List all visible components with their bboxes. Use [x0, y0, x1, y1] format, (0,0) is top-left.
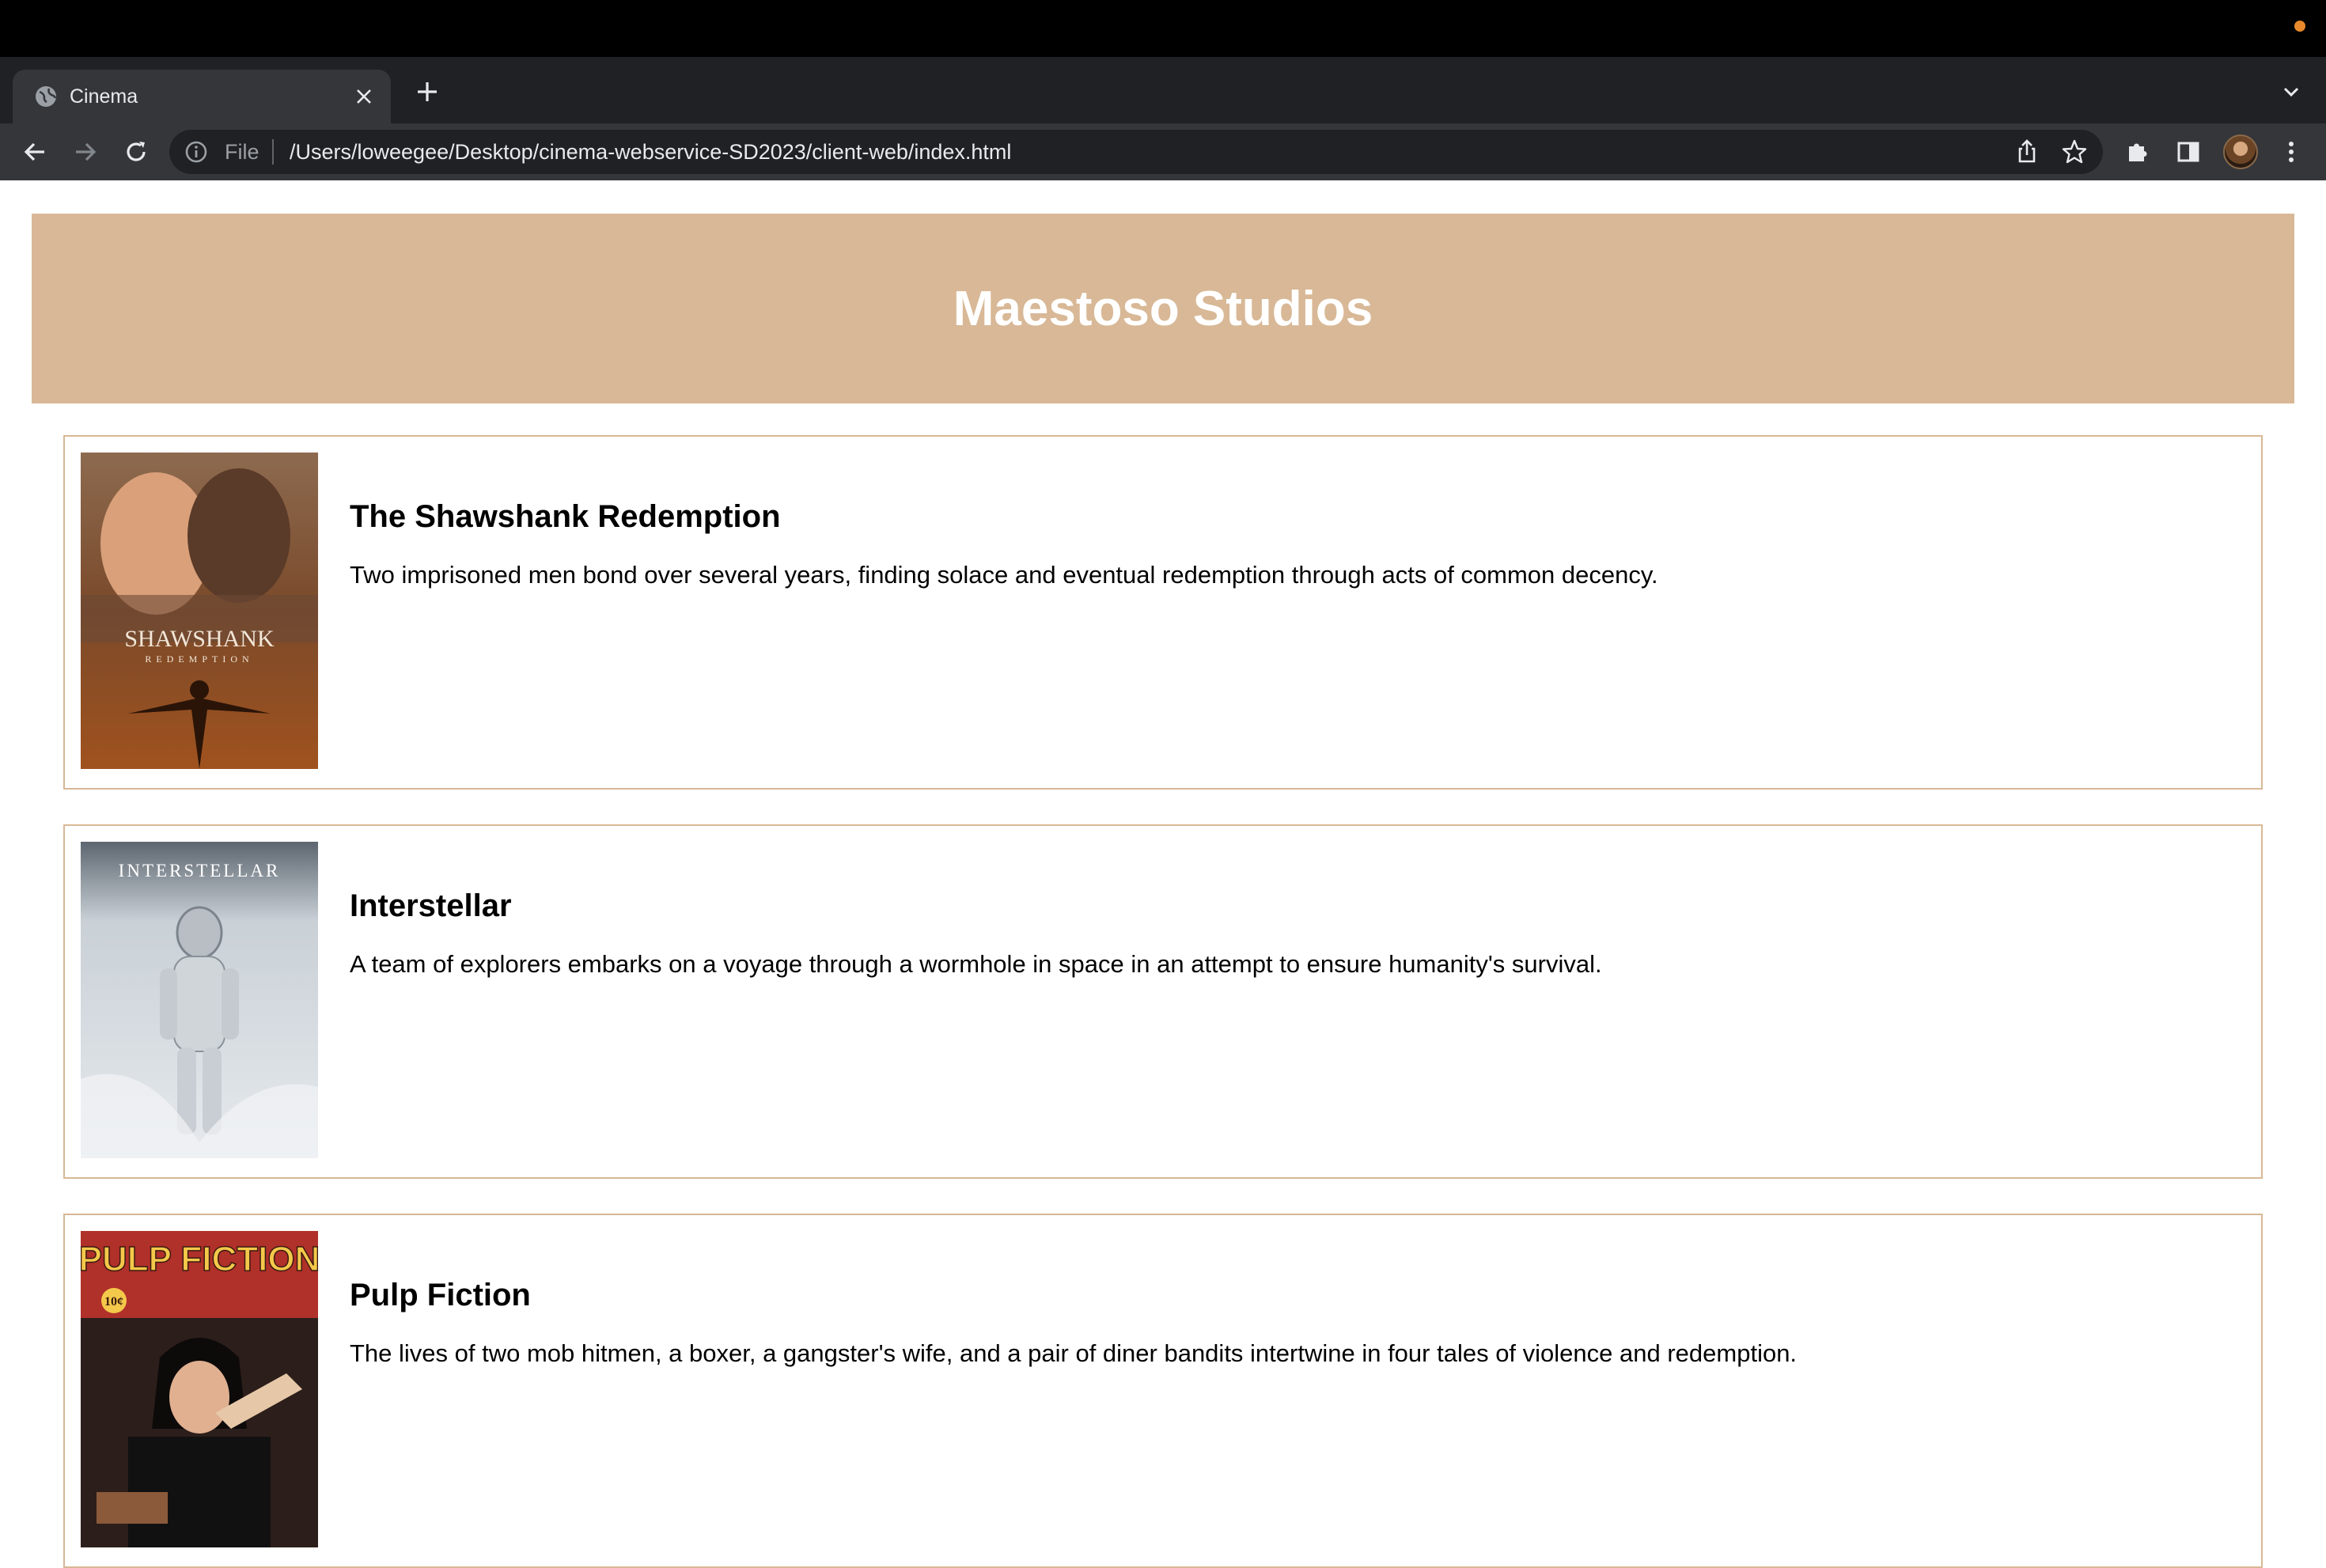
site-title: Maestoso Studios	[953, 281, 1373, 336]
browser-toolbar: File /Users/loweegee/Desktop/cinema-webs…	[0, 123, 2326, 180]
os-menu-bar	[0, 0, 2326, 57]
poster-title-text: PULP FICTION	[81, 1240, 318, 1278]
new-tab-icon[interactable]	[410, 74, 445, 109]
side-panel-icon[interactable]	[2169, 133, 2207, 171]
back-arrow-icon[interactable]	[16, 133, 54, 171]
movie-poster: INTERSTELLAR	[81, 842, 318, 1158]
tab-strip: Cinema	[0, 57, 2326, 123]
page-content: Maestoso Studios SHAWSHANK REDEMPTION Th…	[0, 180, 2326, 1568]
poster-subtitle-text: REDEMPTION	[145, 653, 253, 665]
tab-title: Cinema	[70, 85, 138, 108]
share-icon[interactable]	[2013, 138, 2041, 166]
more-vert-icon[interactable]	[2272, 133, 2310, 171]
address-separator	[272, 139, 274, 165]
poster-price-text: 10¢	[104, 1295, 123, 1309]
recording-indicator-icon	[2294, 21, 2305, 32]
movie-description: A team of explorers embarks on a voyage …	[350, 950, 1602, 978]
poster-title-text: INTERSTELLAR	[119, 861, 281, 881]
tab-cinema[interactable]: Cinema	[13, 70, 391, 123]
movie-description: Two imprisoned men bond over several yea…	[350, 561, 1658, 589]
movie-description: The lives of two mob hitmen, a boxer, a …	[350, 1339, 1798, 1367]
reload-icon[interactable]	[117, 133, 155, 171]
movie-poster: PULP FICTION 10¢	[81, 1231, 318, 1547]
movie-card: PULP FICTION 10¢ Pulp Fiction The lives …	[63, 1214, 2263, 1568]
close-tab-icon[interactable]	[348, 81, 380, 112]
bookmark-star-icon[interactable]	[2060, 138, 2089, 166]
extensions-puzzle-icon[interactable]	[2119, 133, 2157, 171]
profile-avatar[interactable]	[2223, 134, 2258, 169]
poster-title-text: SHAWSHANK	[124, 626, 275, 652]
forward-arrow-icon[interactable]	[66, 133, 104, 171]
movie-poster: SHAWSHANK REDEMPTION	[81, 453, 318, 769]
globe-icon	[36, 86, 57, 107]
movie-title: The Shawshank Redemption	[350, 499, 781, 535]
chevron-down-icon[interactable]	[2274, 74, 2309, 109]
movie-title: Pulp Fiction	[350, 1278, 531, 1313]
scheme-label: File	[225, 140, 259, 164]
movie-card: INTERSTELLAR Interstellar A team of expl…	[63, 824, 2263, 1179]
info-icon[interactable]	[184, 139, 209, 165]
site-header: Maestoso Studios	[32, 214, 2294, 403]
movie-title: Interstellar	[350, 888, 512, 924]
movie-card: SHAWSHANK REDEMPTION The Shawshank Redem…	[63, 435, 2263, 790]
address-bar[interactable]: File /Users/loweegee/Desktop/cinema-webs…	[169, 130, 2103, 174]
url-text[interactable]: /Users/loweegee/Desktop/cinema-webservic…	[290, 138, 1011, 166]
